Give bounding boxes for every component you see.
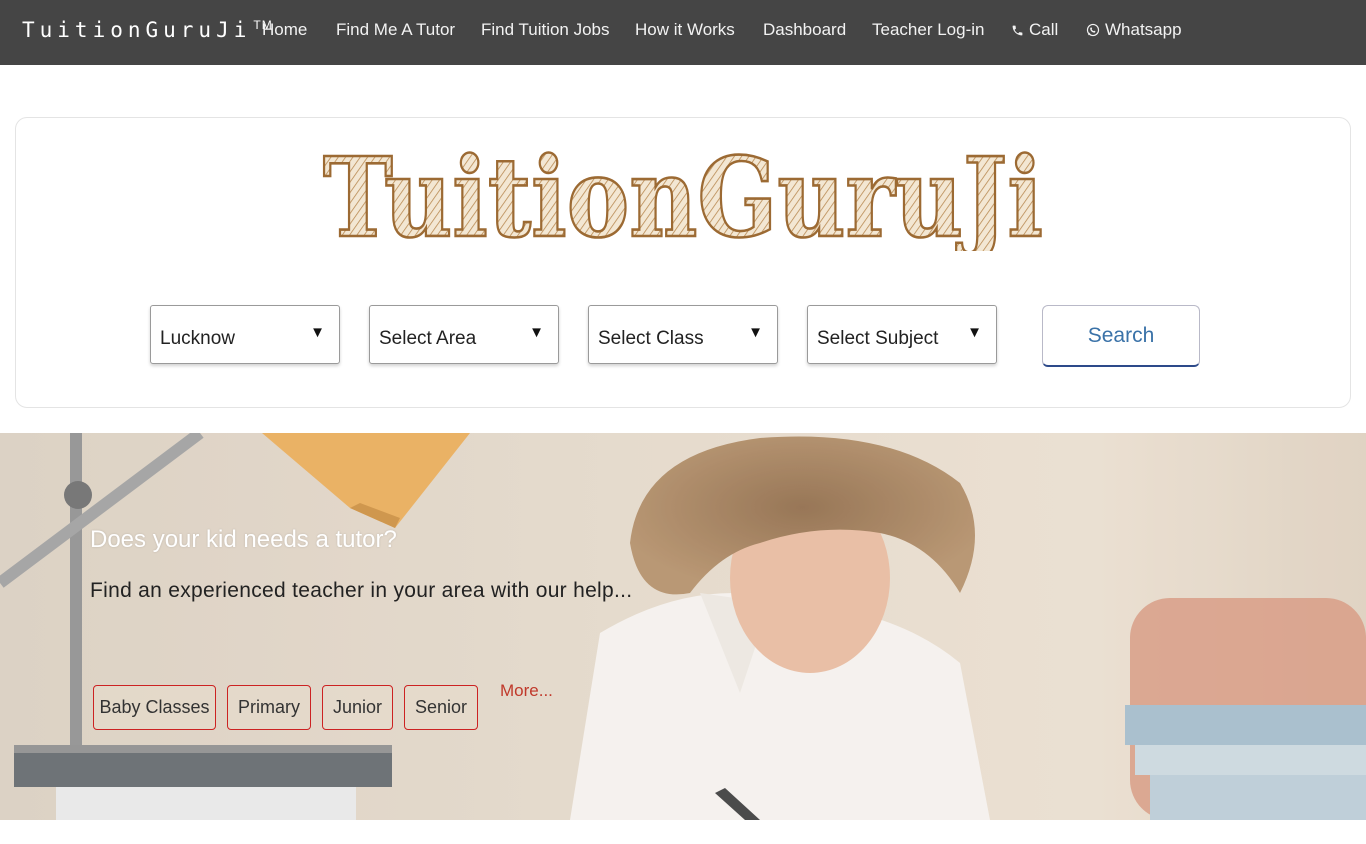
nav-find-me-a-tutor[interactable]: Find Me A Tutor [336,20,455,40]
nav-call-label: Call [1029,20,1059,39]
more-categories-link[interactable]: More... [500,681,553,701]
nav-whatsapp-label: Whatsapp [1105,20,1182,39]
nav-home-label: Home [262,20,308,39]
area-select-value: Select Area [379,328,477,349]
nav-find-tuition-jobs[interactable]: Find Tuition Jobs [481,20,610,40]
category-junior-button[interactable]: Junior [322,685,393,730]
city-select[interactable]: Lucknow ▼ [150,305,340,364]
hero-banner: Does your kid needs a tutor? Find an exp… [0,433,1366,820]
brand-name: TuitionGuruJi [22,18,252,42]
nav-how-it-works-label: How it Works [635,20,735,39]
nav-dashboard[interactable]: Dashboard [763,20,846,40]
nav-teacher-login[interactable]: Teacher Log-in [872,20,984,40]
category-senior-button[interactable]: Senior [404,685,478,730]
nav-dashboard-label: Dashboard [763,20,847,39]
city-select-value: Lucknow [160,328,235,349]
hero-heading: Does your kid needs a tutor? [90,526,397,553]
brand-link[interactable]: TuitionGuruJi TM [22,18,273,42]
nav-home[interactable]: Home [262,20,307,40]
whatsapp-icon [1086,23,1100,37]
subject-select[interactable]: Select Subject ▼ [807,305,997,364]
nav-find-tutor-label: Find Me A Tutor [336,20,456,39]
nav-teacher-login-label: Teacher Log-in [872,20,985,39]
chevron-down-icon: ▼ [967,324,982,341]
tuitionguruji-logo: TuitionGuruJi [322,133,1045,251]
category-baby-classes-button[interactable]: Baby Classes [93,685,216,730]
chevron-down-icon: ▼ [529,324,544,341]
class-select-value: Select Class [598,328,704,349]
nav-tuition-jobs-label: Find Tuition Jobs [481,20,610,39]
top-navbar: TuitionGuruJi TM Home Find Me A Tutor Fin… [0,0,1366,65]
search-button[interactable]: Search [1042,305,1200,367]
category-primary-button[interactable]: Primary [227,685,311,730]
nav-call[interactable]: Call [1011,20,1058,40]
svg-text:TuitionGuruJi: TuitionGuruJi [323,133,1043,251]
area-select[interactable]: Select Area ▼ [369,305,559,364]
phone-icon [1012,25,1023,35]
subject-select-value: Select Subject [817,328,939,349]
hero-subheading: Find an experienced teacher in your area… [90,579,633,602]
nav-how-it-works[interactable]: How it Works [635,20,735,40]
class-select[interactable]: Select Class ▼ [588,305,778,364]
chevron-down-icon: ▼ [310,324,325,341]
hero-background-image [0,433,1366,820]
nav-whatsapp[interactable]: Whatsapp [1086,20,1182,40]
chevron-down-icon: ▼ [748,324,763,341]
